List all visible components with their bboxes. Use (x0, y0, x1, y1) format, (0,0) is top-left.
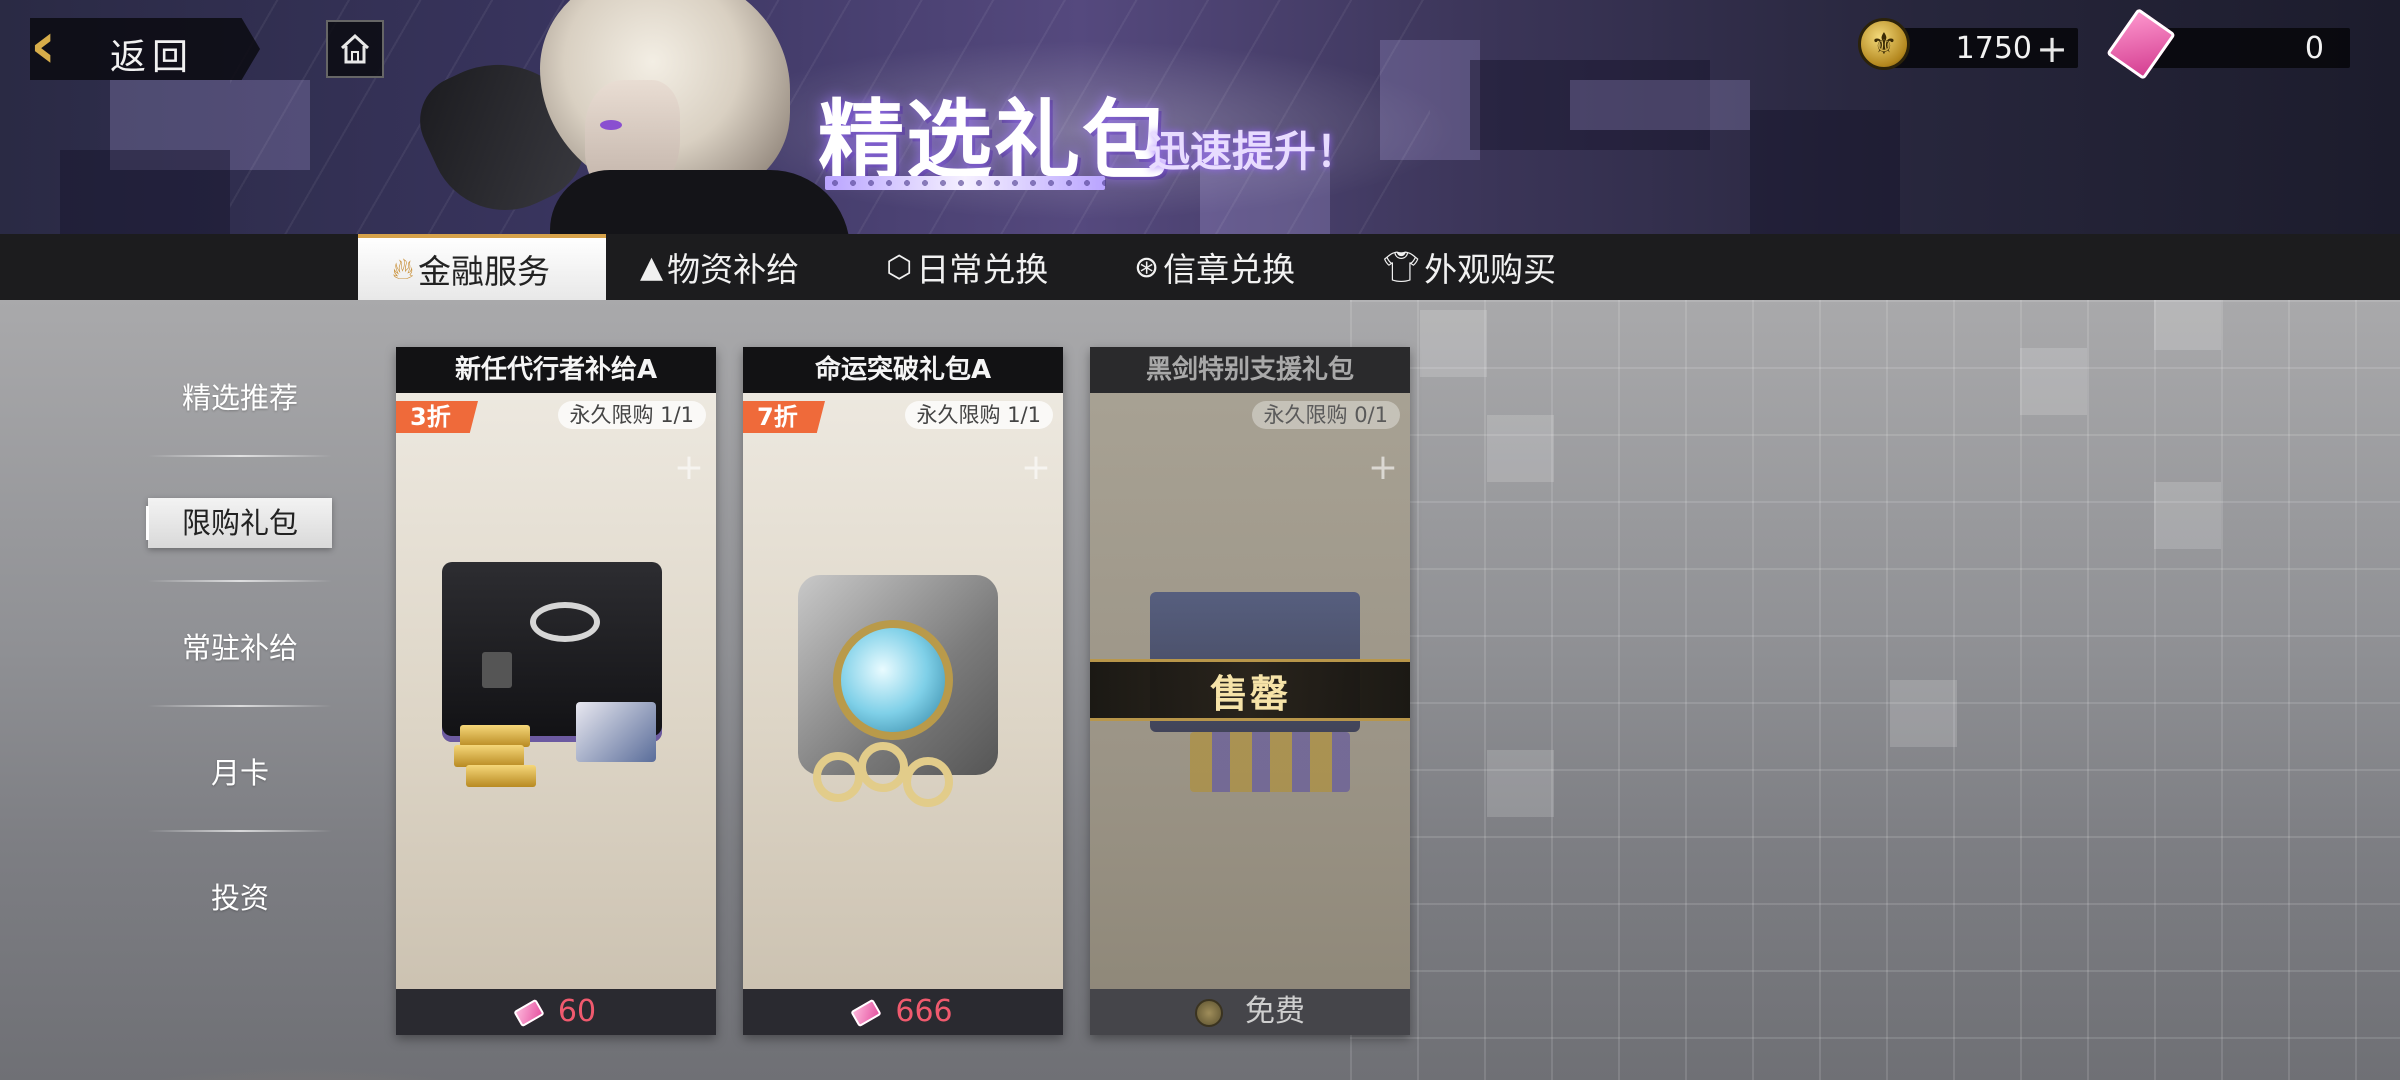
ticket-icon (513, 998, 545, 1027)
tab-label: 外观购买 (1424, 250, 1557, 289)
background-tile (2154, 482, 2221, 549)
shirt-icon: 👕︎ (1382, 249, 1421, 285)
supply-cans-icon (1190, 732, 1350, 792)
cube-icon: ⬡ (886, 249, 913, 285)
gold-bar-icon (460, 725, 530, 747)
pack-card[interactable]: 新任代行者补给A 3折 永久限购 1/1 + 60 (396, 347, 716, 1035)
sidebar-item-invest[interactable]: 投资 (140, 868, 340, 928)
pack-card[interactable]: 命运突破礼包A 7折 永久限购 1/1 + 666 (743, 347, 1063, 1035)
pack-title: 新任代行者补给A (396, 347, 716, 393)
price-button[interactable]: 免费 (1090, 989, 1410, 1035)
sold-out-label: 售罄 (1209, 671, 1290, 716)
gold-bar-icon (466, 765, 536, 787)
supply-icon: ▲ (640, 249, 664, 285)
coin-icon (1195, 998, 1223, 1027)
character-coat (550, 170, 850, 234)
ring-icon (858, 742, 908, 792)
sidebar-item-regular-supply[interactable]: 常驻补给 (140, 618, 340, 678)
ring-icon (813, 752, 863, 802)
tab-label: 日常兑换 (916, 250, 1049, 289)
price-value: 60 (557, 994, 597, 1029)
background-tile (2154, 300, 2221, 350)
purchase-limit: 永久限购 1/1 (557, 401, 706, 429)
banner-panel (60, 150, 230, 234)
sidebar-divider (148, 455, 332, 457)
sidebar-item-featured[interactable]: 精选推荐 (140, 368, 340, 428)
price-value: 666 (895, 994, 953, 1029)
character-eye (600, 120, 622, 130)
sidebar-divider (148, 580, 332, 582)
tab-supply[interactable]: ▲ 物资补给 (640, 234, 850, 300)
plus-decoration-icon: + (1367, 447, 1398, 488)
safe-logo (530, 602, 600, 642)
purchase-limit: 永久限购 1/1 (904, 401, 1053, 429)
purchase-limit: 永久限购 0/1 (1251, 401, 1400, 429)
cube-icon (798, 575, 998, 775)
tab-badge-exchange[interactable]: ⊛ 信章兑换 (1134, 234, 1354, 300)
background-tile (1487, 415, 1554, 482)
safe-keypad (482, 652, 512, 688)
background-tile (2020, 348, 2087, 415)
pack-title: 黑剑特别支援礼包 (1090, 347, 1410, 393)
banner-panel (1570, 80, 1750, 130)
badge-icon: ⊛ (1134, 249, 1160, 285)
pack-art-safe (396, 347, 716, 1035)
sidebar-item-monthly-card[interactable]: 月卡 (140, 743, 340, 803)
sidebar-divider (148, 705, 332, 707)
banner-decoration-dots (826, 177, 1106, 189)
chevron-left-icon: ‹ (30, 9, 57, 83)
home-button[interactable] (326, 20, 384, 78)
price-button[interactable]: 60 (396, 989, 716, 1035)
banner-panel (1750, 110, 1900, 234)
coin-icon: ⚜ (1858, 18, 1910, 70)
ticket-amount: 0 (2304, 31, 2324, 66)
plus-decoration-icon: + (673, 447, 704, 488)
banner-subtitle: 迅速提升！ (1148, 127, 1359, 176)
background-tile (1487, 750, 1554, 817)
tab-label: 信章兑换 (1163, 250, 1296, 289)
add-coin-button[interactable]: + (2036, 27, 2068, 71)
ring-icon (903, 757, 953, 807)
sidebar-active-indicator (146, 506, 149, 540)
ticket-icon (850, 998, 883, 1027)
tab-daily-exchange[interactable]: ⬡ 日常兑换 (886, 234, 1106, 300)
price-value: 免费 (1245, 994, 1305, 1029)
background-tile (1890, 680, 1957, 747)
sidebar-divider (148, 830, 332, 832)
flame-icon: 🔥︎ (392, 251, 415, 287)
gold-bar-icon (454, 745, 524, 767)
back-button[interactable]: ‹ 返回 (30, 18, 260, 80)
back-label: 返回 (110, 37, 195, 78)
price-button[interactable]: 666 (743, 989, 1063, 1035)
pack-card[interactable]: 黑剑特别支援礼包 永久限购 0/1 + 售罄 免费 (1090, 347, 1410, 1035)
home-icon (340, 33, 370, 64)
pack-art-cube (743, 347, 1063, 1035)
tab-label: 金融服务 (418, 252, 551, 291)
tab-label: 物资补给 (667, 250, 800, 289)
pack-title: 命运突破礼包A (743, 347, 1063, 393)
plus-decoration-icon: + (1020, 447, 1051, 488)
discount-badge: 3折 (396, 401, 478, 433)
tab-appearance[interactable]: 👕︎ 外观购买 (1382, 234, 1602, 300)
cube-lens (833, 620, 953, 740)
tab-finance[interactable]: 🔥︎ 金融服务 (358, 234, 606, 300)
card-pack-icon (576, 702, 656, 762)
discount-badge: 7折 (743, 401, 825, 433)
background-tile (1420, 310, 1487, 377)
sidebar-item-limited-packs[interactable]: 限购礼包 (148, 498, 332, 548)
category-tab-bar: 🔥︎ 金融服务 ▲ 物资补给 ⬡ 日常兑换 ⊛ 信章兑换 👕︎ 外观购买 (0, 234, 2400, 300)
coin-amount: 1750 (1955, 31, 2032, 66)
